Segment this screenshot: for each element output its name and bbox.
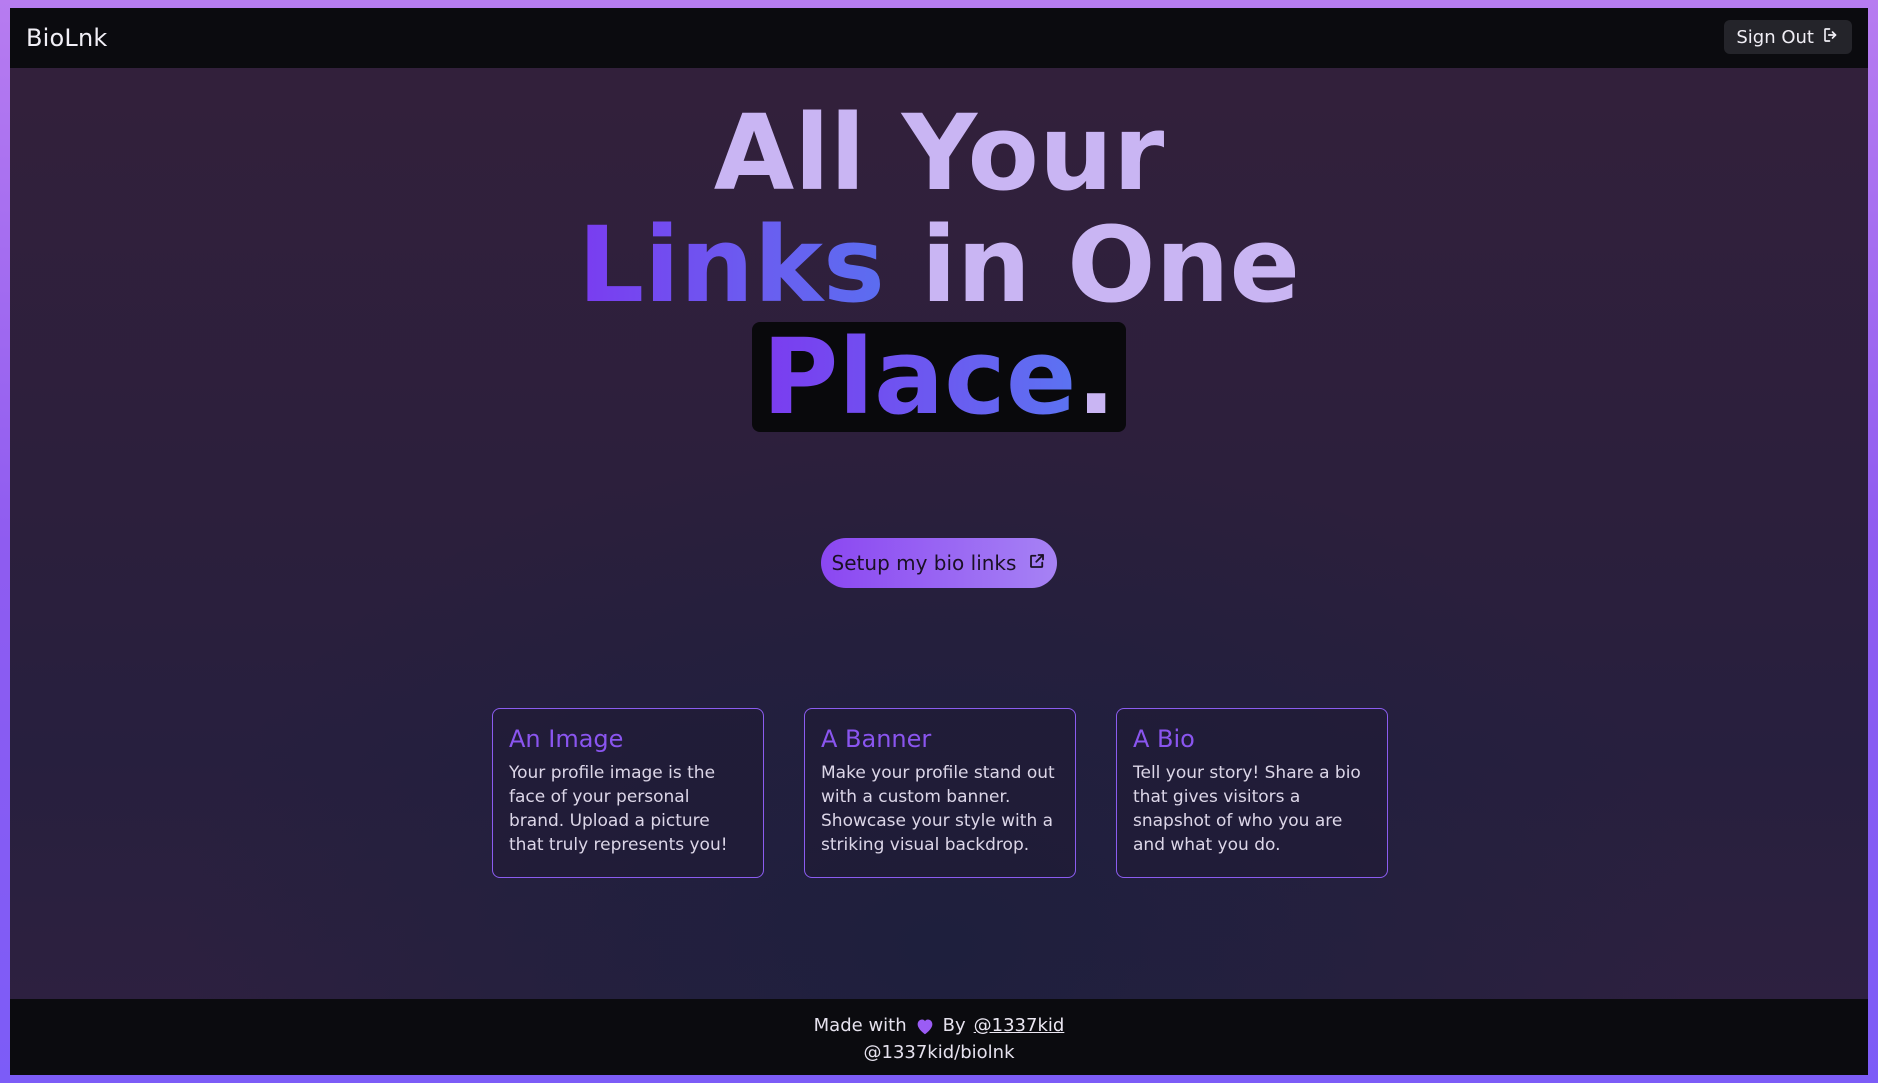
heart-icon [915, 1017, 935, 1035]
top-navbar: BioLnk Sign Out [10, 8, 1868, 68]
feature-card-image: An Image Your profile image is the face … [492, 708, 764, 878]
setup-bio-links-label: Setup my bio links [831, 551, 1017, 575]
brand-logo-text[interactable]: BioLnk [26, 24, 108, 52]
footer-by: By [942, 1015, 966, 1036]
sign-out-button[interactable]: Sign Out [1724, 20, 1852, 54]
sign-out-label: Sign Out [1736, 26, 1814, 48]
hero-accent-word: Links [577, 204, 885, 326]
footer-made-with: Made with [813, 1015, 907, 1036]
hero-line-1: All Your [713, 92, 1165, 214]
feature-card-title: A Banner [821, 725, 932, 753]
app-frame: BioLnk Sign Out All Your Links in One Pl… [10, 8, 1868, 1075]
feature-card-body: Make your profile stand out with a custo… [821, 763, 1055, 855]
feature-card-body: Your profile image is the face of your p… [509, 763, 728, 855]
hero-line-3: Place. [10, 320, 1868, 432]
feature-card-body: Tell your story! Share a bio that gives … [1133, 763, 1361, 855]
feature-card-title: An Image [509, 725, 624, 753]
hero-highlight-dot: . [1076, 316, 1116, 438]
hero-line-2: Links in One [10, 210, 1868, 320]
feature-card-banner: A Banner Make your profile stand out wit… [804, 708, 1076, 878]
page-footer: Made with By @1337kid @1337kid/biolnk [10, 999, 1868, 1075]
feature-card-bio: A Bio Tell your story! Share a bio that … [1116, 708, 1388, 878]
external-link-icon [1028, 551, 1046, 575]
feature-card-title: A Bio [1133, 725, 1195, 753]
setup-bio-links-button[interactable]: Setup my bio links [821, 538, 1057, 588]
hero-heading: All Your Links in One Place. [10, 98, 1868, 432]
hero-highlight-word: Place [762, 316, 1077, 438]
author-handle-link[interactable]: @1337kid [974, 1015, 1065, 1036]
hero-highlight-box: Place. [752, 322, 1126, 432]
repo-link[interactable]: @1337kid/biolnk [10, 1042, 1868, 1063]
sign-out-icon [1822, 26, 1840, 49]
footer-credit: Made with By @1337kid [10, 1015, 1868, 1036]
hero-line-2-rest: in One [921, 204, 1301, 326]
